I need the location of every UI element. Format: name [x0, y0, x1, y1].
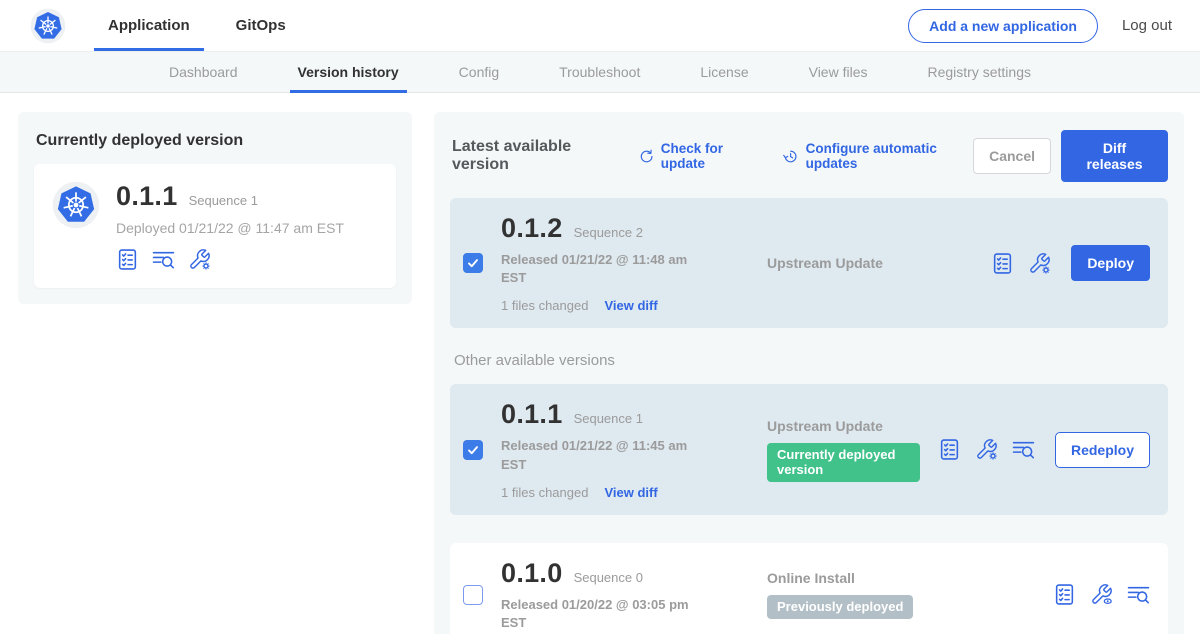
- logout-link[interactable]: Log out: [1122, 17, 1172, 34]
- deploy-button[interactable]: Deploy: [1071, 245, 1150, 281]
- edit-config-icon[interactable]: [1028, 252, 1051, 275]
- currently-deployed-badge: Currently deployed version: [767, 443, 920, 482]
- preflight-checklist-icon[interactable]: [1053, 583, 1076, 606]
- preflight-checklist-icon[interactable]: [116, 248, 139, 271]
- version-card-0-1-2: 0.1.2 Sequence 2 Released 01/21/22 @ 11:…: [450, 198, 1168, 328]
- currently-deployed-title: Currently deployed version: [36, 132, 394, 150]
- version-checkbox[interactable]: [463, 440, 483, 460]
- refresh-icon: [639, 148, 654, 165]
- deployed-version-card: 0.1.1 Sequence 1 Deployed 01/21/22 @ 11:…: [34, 164, 396, 288]
- top-nav: Application GitOps Add a new application…: [0, 0, 1200, 51]
- version-actions: Deploy: [991, 245, 1150, 281]
- version-info: 0.1.2 Sequence 2 Released 01/21/22 @ 11:…: [501, 213, 717, 313]
- view-diff-link[interactable]: View diff: [604, 298, 657, 313]
- version-checkbox[interactable]: [463, 253, 483, 273]
- clock-refresh-icon: [783, 148, 798, 165]
- version-source: Upstream Update: [735, 255, 973, 271]
- edit-config-icon[interactable]: [975, 438, 998, 461]
- source-label: Upstream Update: [767, 418, 920, 434]
- check-for-update-label: Check for update: [661, 141, 760, 171]
- version-source: Upstream Update Currently deployed versi…: [735, 418, 920, 482]
- subnav-item-view-files[interactable]: View files: [779, 52, 898, 92]
- subnav-item-registry-settings[interactable]: Registry settings: [898, 52, 1061, 92]
- tab-application[interactable]: Application: [96, 0, 202, 51]
- deployed-version-details: 0.1.1 Sequence 1 Deployed 01/21/22 @ 11:…: [116, 181, 344, 271]
- tab-gitops-label: GitOps: [236, 17, 286, 34]
- files-changed-label: 1 files changed: [501, 485, 588, 500]
- version-number: 0.1.2: [501, 213, 563, 244]
- released-timestamp: Released 01/21/22 @ 11:48 am EST: [501, 251, 713, 287]
- app-kubernetes-icon: [52, 181, 100, 229]
- checkmark-icon: [465, 442, 481, 458]
- checkmark-icon: [465, 255, 481, 271]
- view-config-icon[interactable]: [1090, 583, 1113, 606]
- latest-version-header: Latest available version Check for updat…: [452, 130, 1168, 182]
- version-info: 0.1.1 Sequence 1 Released 01/21/22 @ 11:…: [501, 399, 717, 499]
- version-source: Online Install Previously deployed: [735, 570, 1035, 619]
- released-timestamp: Released 01/21/22 @ 11:45 am EST: [501, 437, 713, 473]
- tab-gitops[interactable]: GitOps: [224, 0, 298, 51]
- preflight-checklist-icon[interactable]: [991, 252, 1014, 275]
- edit-config-icon[interactable]: [188, 248, 211, 271]
- sequence-label: Sequence 0: [574, 570, 643, 585]
- subnav-item-license[interactable]: License: [670, 52, 778, 92]
- kots-admin-console: Application GitOps Add a new application…: [0, 0, 1200, 634]
- main-content: Currently deployed version 0.1.1 Sequenc…: [0, 93, 1200, 634]
- redeploy-button[interactable]: Redeploy: [1055, 432, 1150, 468]
- version-number: 0.1.0: [501, 558, 563, 589]
- deployed-actions: [116, 248, 344, 271]
- files-changed-label: 1 files changed: [501, 298, 588, 313]
- tab-application-label: Application: [108, 17, 190, 34]
- app-tabs: Application GitOps: [96, 0, 320, 51]
- app-subnav: Dashboard Version history Config Trouble…: [0, 51, 1200, 93]
- cancel-button[interactable]: Cancel: [973, 138, 1051, 174]
- view-logs-icon[interactable]: [152, 248, 175, 271]
- view-diff-link[interactable]: View diff: [604, 485, 657, 500]
- other-versions-title: Other available versions: [454, 352, 1166, 369]
- latest-version-title: Latest available version: [452, 138, 615, 174]
- previously-deployed-badge: Previously deployed: [767, 595, 913, 619]
- add-application-button[interactable]: Add a new application: [908, 9, 1098, 43]
- preflight-checklist-icon[interactable]: [938, 438, 961, 461]
- version-info: 0.1.0 Sequence 0 Released 01/20/22 @ 03:…: [501, 558, 717, 632]
- diff-releases-button[interactable]: Diff releases: [1061, 130, 1168, 182]
- deployed-timestamp: Deployed 01/21/22 @ 11:47 am EST: [116, 220, 344, 236]
- configure-auto-updates-label: Configure automatic updates: [806, 141, 973, 171]
- version-actions: [1053, 583, 1150, 606]
- currently-deployed-panel: Currently deployed version 0.1.1 Sequenc…: [18, 112, 412, 304]
- version-card-0-1-1: 0.1.1 Sequence 1 Released 01/21/22 @ 11:…: [450, 384, 1168, 514]
- view-logs-icon[interactable]: [1012, 438, 1035, 461]
- version-history-panel: Latest available version Check for updat…: [434, 112, 1184, 634]
- check-for-update-link[interactable]: Check for update: [639, 141, 760, 171]
- deployed-version-number: 0.1.1: [116, 181, 178, 212]
- source-label: Upstream Update: [767, 255, 973, 271]
- subnav-item-troubleshoot[interactable]: Troubleshoot: [529, 52, 670, 92]
- deployed-sequence-label: Sequence 1: [189, 193, 258, 208]
- version-checkbox[interactable]: [463, 585, 483, 605]
- version-actions: Redeploy: [938, 432, 1150, 468]
- subnav-item-dashboard[interactable]: Dashboard: [139, 52, 268, 92]
- header-actions: Add a new application Log out: [908, 9, 1172, 43]
- released-timestamp: Released 01/20/22 @ 03:05 pm EST: [501, 596, 713, 632]
- subnav-item-config[interactable]: Config: [429, 52, 529, 92]
- sequence-label: Sequence 1: [574, 411, 643, 426]
- version-number: 0.1.1: [501, 399, 563, 430]
- subnav-item-version-history[interactable]: Version history: [268, 52, 429, 92]
- sequence-label: Sequence 2: [574, 225, 643, 240]
- version-card-0-1-0: 0.1.0 Sequence 0 Released 01/20/22 @ 03:…: [450, 543, 1168, 634]
- configure-auto-updates-link[interactable]: Configure automatic updates: [783, 141, 973, 171]
- kubernetes-logo-icon: [30, 8, 66, 44]
- view-logs-icon[interactable]: [1127, 583, 1150, 606]
- source-label: Online Install: [767, 570, 1035, 586]
